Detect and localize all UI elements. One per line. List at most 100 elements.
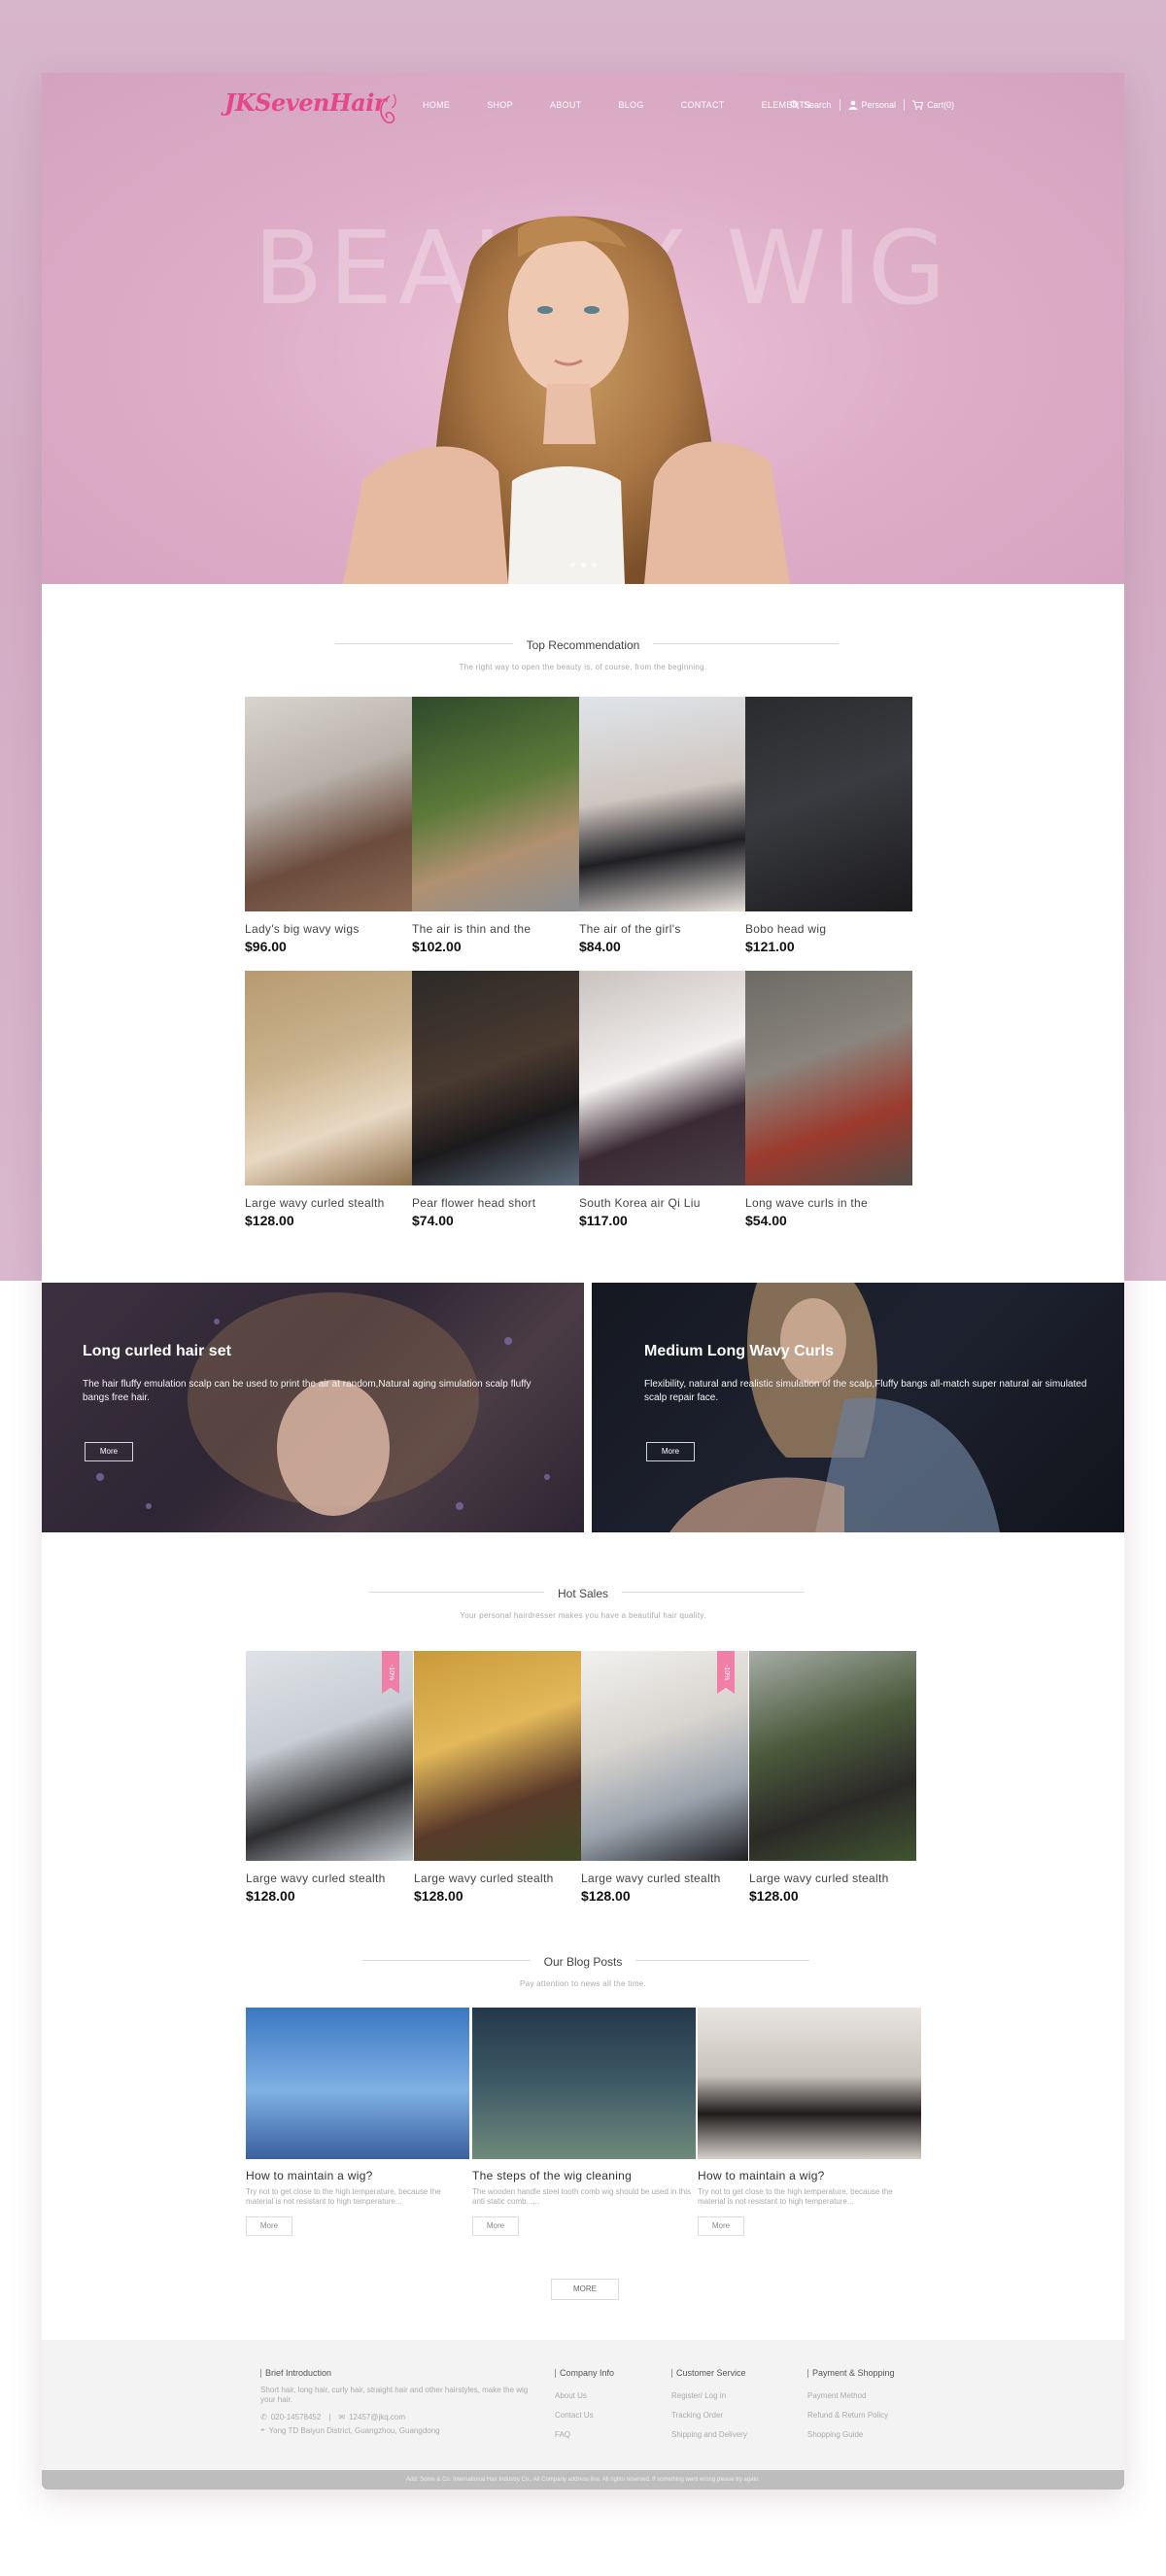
product-image[interactable] — [412, 971, 579, 1185]
slider-dot[interactable] — [570, 563, 575, 567]
blog-title[interactable]: How to maintain a wig? — [698, 2169, 921, 2182]
search-link[interactable]: Search — [790, 100, 832, 110]
heading-rule — [615, 1960, 809, 1961]
blog-more-button[interactable]: More — [698, 2216, 744, 2236]
hot-product-card[interactable]: -10% Large wavy curled stealth $128.00 — [581, 1651, 748, 1904]
hot-product-card[interactable]: Large wavy curled stealth $128.00 — [749, 1651, 916, 1904]
copyright-bar: Add: Some & Co. International Hair Indus… — [42, 2470, 1124, 2490]
nav-contact[interactable]: CONTACT — [681, 100, 725, 110]
product-price: $128.00 — [245, 1213, 294, 1228]
product-name[interactable]: Large wavy curled stealth — [581, 1872, 748, 1885]
product-image[interactable] — [745, 971, 912, 1185]
divider: | — [328, 2413, 331, 2421]
footer-address: Yong TD Baiyun District, Guangzhou, Guan… — [268, 2425, 440, 2435]
product-card[interactable]: South Korea air Qi Liu $117.00 — [579, 971, 746, 1228]
product-image[interactable] — [579, 697, 746, 911]
top-recommendation-heading: Top Recommendation The right way to open… — [42, 636, 1124, 671]
footer-link[interactable]: Shipping and Delivery — [671, 2430, 747, 2439]
blog-image[interactable] — [698, 2008, 921, 2159]
product-name[interactable]: The air is thin and the — [412, 922, 579, 936]
product-image[interactable] — [245, 971, 412, 1185]
product-name[interactable]: Large wavy curled stealth — [414, 1872, 581, 1885]
banner-title: Long curled hair set — [83, 1343, 231, 1359]
product-name[interactable]: The air of the girl's — [579, 922, 746, 936]
nav-home[interactable]: HOME — [423, 100, 450, 110]
footer-link[interactable]: FAQ — [555, 2430, 614, 2439]
product-image[interactable] — [579, 971, 746, 1185]
search-label: Search — [804, 100, 832, 110]
product-name[interactable]: Large wavy curled stealth — [749, 1872, 916, 1885]
blog-more-button[interactable]: More — [472, 2216, 519, 2236]
nav-blog[interactable]: BLOG — [618, 100, 643, 110]
product-card[interactable]: Pear flower head short $74.00 — [412, 971, 579, 1228]
slider-dot[interactable] — [592, 563, 597, 567]
section-subtitle: Your personal hairdresser makes you have… — [460, 1611, 706, 1620]
product-card[interactable]: The air of the girl's $84.00 — [579, 697, 746, 954]
product-name[interactable]: South Korea air Qi Liu — [579, 1196, 746, 1210]
product-image[interactable] — [414, 1651, 581, 1861]
footer-link[interactable]: Contact Us — [555, 2411, 614, 2420]
product-name[interactable]: Lady's big wavy wigs — [245, 922, 412, 936]
product-card[interactable]: Bobo head wig $121.00 — [745, 697, 912, 954]
footer-link[interactable]: Refund & Return Policy — [807, 2411, 895, 2420]
product-card[interactable]: The air is thin and the $102.00 — [412, 697, 579, 954]
banner-right-image — [669, 1283, 1000, 1532]
section-title: Hot Sales — [543, 1587, 623, 1600]
hero-model-image — [343, 216, 790, 584]
product-name[interactable]: Pear flower head short — [412, 1196, 579, 1210]
footer-link[interactable]: Tracking Order — [671, 2411, 747, 2420]
nav-shop[interactable]: SHOP — [487, 100, 513, 110]
blog-title[interactable]: The steps of the wig cleaning — [472, 2169, 696, 2182]
footer-link[interactable]: Register/ Log in — [671, 2391, 747, 2400]
hero-banner: JKSevenHair HOME SHOP ABOUT BLOG CONTACT… — [42, 73, 1124, 584]
product-name[interactable]: Large wavy curled stealth — [245, 1196, 412, 1210]
blog-image[interactable] — [472, 2008, 696, 2159]
product-price: $54.00 — [745, 1213, 787, 1228]
cart-link[interactable]: Cart(0) — [912, 100, 954, 110]
blog-title[interactable]: How to maintain a wig? — [246, 2169, 469, 2182]
main-nav: HOME SHOP ABOUT BLOG CONTACT ELEMENTS — [423, 100, 848, 110]
product-name[interactable]: Long wave curls in the — [745, 1196, 912, 1210]
nav-about[interactable]: ABOUT — [550, 100, 582, 110]
footer-link[interactable]: About Us — [555, 2391, 614, 2400]
banner-more-button[interactable]: More — [85, 1442, 133, 1461]
blog-post-card: How to maintain a wig? Try not to get clo… — [246, 2008, 469, 2236]
heading-rule — [362, 1960, 557, 1961]
blog-image[interactable] — [246, 2008, 469, 2159]
banner-title: Medium Long Wavy Curls — [644, 1343, 834, 1359]
footer-link[interactable]: Shopping Guide — [807, 2430, 895, 2439]
product-price: $121.00 — [745, 939, 795, 954]
heading-rule — [610, 1592, 805, 1593]
footer-intro-title: Brief Introduction — [260, 2369, 542, 2378]
hot-product-card[interactable]: Large wavy curled stealth $128.00 — [414, 1651, 581, 1904]
hot-product-card[interactable]: -10% Large wavy curled stealth $128.00 — [246, 1651, 413, 1904]
cart-icon — [912, 100, 924, 110]
discount-badge: -10% — [382, 1651, 399, 1694]
blog-heading: Our Blog Posts Pay attention to news all… — [42, 1953, 1124, 1988]
product-name[interactable]: Bobo head wig — [745, 922, 912, 936]
footer-link[interactable]: Payment Method — [807, 2391, 895, 2400]
product-price: $117.00 — [579, 1213, 628, 1228]
product-image[interactable] — [745, 697, 912, 911]
product-image[interactable]: -10% — [246, 1651, 413, 1861]
product-image[interactable] — [245, 697, 412, 911]
product-price: $128.00 — [581, 1888, 631, 1904]
section-subtitle: The right way to open the beauty is, of … — [459, 663, 707, 671]
product-card[interactable]: Lady's big wavy wigs $96.00 — [245, 697, 412, 954]
product-name[interactable]: Large wavy curled stealth — [246, 1872, 413, 1885]
product-image[interactable] — [412, 697, 579, 911]
promo-banner-left: Long curled hair set The hair fluffy emu… — [42, 1283, 584, 1532]
brand-logo[interactable]: JKSevenHair — [224, 88, 386, 117]
product-card[interactable]: Large wavy curled stealth $128.00 — [245, 971, 412, 1228]
footer-intro: Brief Introduction Short hair, long hair… — [260, 2369, 542, 2435]
blog-more-button[interactable]: MORE — [551, 2279, 619, 2300]
product-image[interactable] — [749, 1651, 916, 1861]
slider-dot-active[interactable] — [581, 563, 586, 567]
search-icon — [790, 100, 800, 110]
blog-more-button[interactable]: More — [246, 2216, 292, 2236]
product-card[interactable]: Long wave curls in the $54.00 — [745, 971, 912, 1228]
banner-more-button[interactable]: More — [646, 1442, 695, 1461]
product-image[interactable]: -10% — [581, 1651, 748, 1861]
section-subtitle: Pay attention to news all the time. — [519, 1979, 647, 1988]
personal-link[interactable]: Personal — [848, 100, 896, 110]
